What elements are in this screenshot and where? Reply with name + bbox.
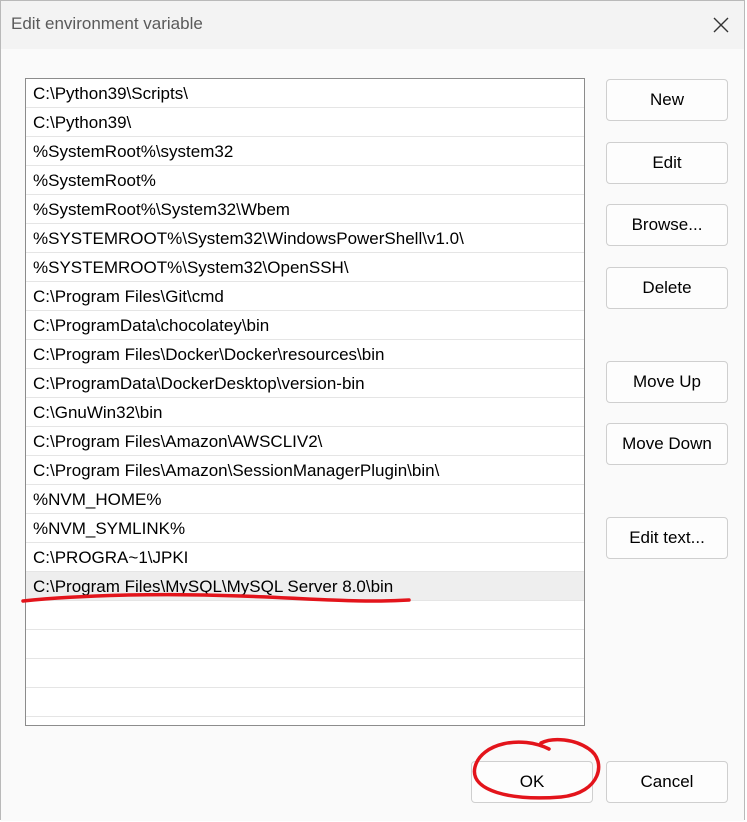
list-item[interactable]: C:\ProgramData\DockerDesktop\version-bin (26, 369, 584, 398)
list-item[interactable]: C:\GnuWin32\bin (26, 398, 584, 427)
close-button[interactable] (706, 11, 736, 39)
move-up-button[interactable]: Move Up (606, 361, 728, 403)
delete-button[interactable]: Delete (606, 267, 728, 309)
edit-env-var-dialog: Edit environment variable C:\Python39\Sc… (0, 0, 745, 821)
list-item-selected[interactable]: C:\Program Files\MySQL\MySQL Server 8.0\… (26, 572, 584, 601)
edit-text-button[interactable]: Edit text... (606, 517, 728, 559)
list-item[interactable]: C:\Python39\Scripts\ (26, 79, 584, 108)
title-bar: Edit environment variable (1, 1, 744, 49)
list-item[interactable]: C:\Program Files\Docker\Docker\resources… (26, 340, 584, 369)
ok-button[interactable]: OK (471, 761, 593, 803)
list-item-empty[interactable] (26, 601, 584, 630)
list-item[interactable]: %SYSTEMROOT%\System32\WindowsPowerShell\… (26, 224, 584, 253)
list-item[interactable]: C:\PROGRA~1\JPKI (26, 543, 584, 572)
list-item[interactable]: C:\Program Files\Amazon\AWSCLIV2\ (26, 427, 584, 456)
list-item-empty[interactable] (26, 659, 584, 688)
dialog-body: C:\Python39\Scripts\ C:\Python39\ %SystemR… (1, 49, 744, 821)
list-item-empty[interactable] (26, 688, 584, 717)
cancel-button[interactable]: Cancel (606, 761, 728, 803)
window-title: Edit environment variable (11, 14, 203, 33)
list-item[interactable]: %NVM_HOME% (26, 485, 584, 514)
list-item[interactable]: %SYSTEMROOT%\System32\OpenSSH\ (26, 253, 584, 282)
list-item[interactable]: C:\Program Files\Git\cmd (26, 282, 584, 311)
browse-button[interactable]: Browse... (606, 204, 728, 246)
new-button[interactable]: New (606, 79, 728, 121)
list-item[interactable]: %SystemRoot% (26, 166, 584, 195)
edit-button[interactable]: Edit (606, 142, 728, 184)
list-item-empty[interactable] (26, 630, 584, 659)
list-item[interactable]: %SystemRoot%\system32 (26, 137, 584, 166)
list-item[interactable]: %NVM_SYMLINK% (26, 514, 584, 543)
list-item[interactable]: C:\Python39\ (26, 108, 584, 137)
path-list[interactable]: C:\Python39\Scripts\ C:\Python39\ %SystemR… (25, 78, 585, 726)
list-item[interactable]: C:\ProgramData\chocolatey\bin (26, 311, 584, 340)
list-item[interactable]: %SystemRoot%\System32\Wbem (26, 195, 584, 224)
move-down-button[interactable]: Move Down (606, 423, 728, 465)
list-item[interactable]: C:\Program Files\Amazon\SessionManagerPl… (26, 456, 584, 485)
close-icon (713, 17, 729, 33)
